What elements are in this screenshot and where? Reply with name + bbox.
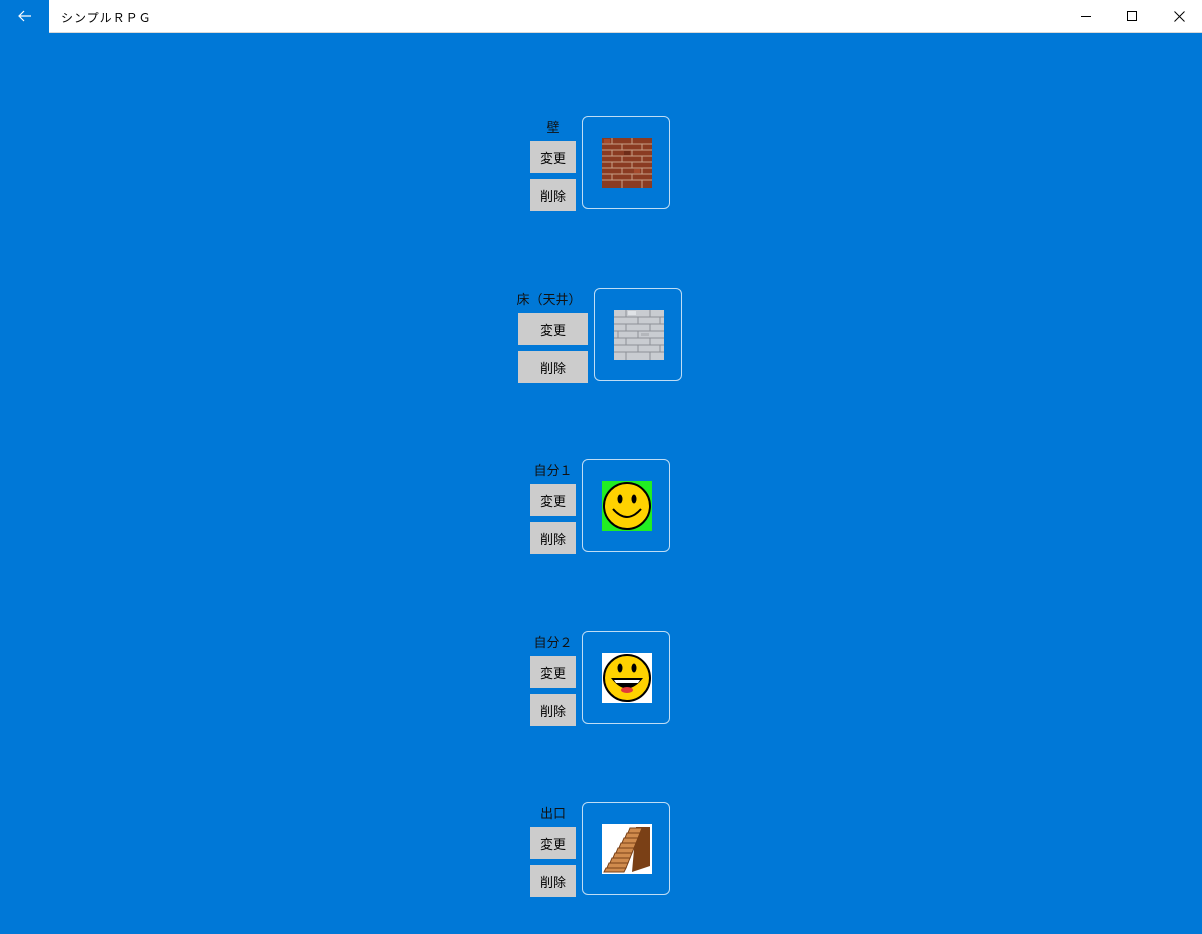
- title-bar: シンプルＲＰＧ: [0, 0, 1202, 33]
- delete-button[interactable]: 削除: [530, 179, 576, 211]
- tile-preview[interactable]: [594, 288, 682, 381]
- arrow-left-icon: [17, 7, 32, 26]
- back-button[interactable]: [0, 0, 49, 33]
- close-icon: [1173, 7, 1185, 26]
- stairs-icon: [602, 824, 652, 874]
- minimize-icon: [1080, 7, 1092, 26]
- app-title: シンプルＲＰＧ: [61, 11, 152, 25]
- change-button[interactable]: 変更: [530, 656, 576, 688]
- laughing-face-icon: [602, 653, 652, 703]
- delete-button[interactable]: 削除: [530, 865, 576, 897]
- change-button[interactable]: 変更: [530, 141, 576, 173]
- maximize-icon: [1126, 7, 1138, 26]
- tile-label: 自分１: [533, 464, 573, 479]
- tile-label: 自分２: [533, 636, 573, 651]
- close-button[interactable]: [1156, 0, 1202, 32]
- tile-label: 床（天井）: [516, 293, 582, 308]
- change-button[interactable]: 変更: [530, 484, 576, 516]
- delete-button[interactable]: 削除: [530, 694, 576, 726]
- tile-label: 出口: [539, 807, 566, 822]
- change-button[interactable]: 変更: [518, 313, 588, 345]
- delete-button[interactable]: 削除: [530, 522, 576, 554]
- tile-preview[interactable]: [582, 459, 670, 552]
- delete-button[interactable]: 削除: [518, 351, 588, 383]
- tile-preview[interactable]: [582, 802, 670, 895]
- tile-label: 壁: [546, 121, 560, 136]
- minimize-button[interactable]: [1063, 0, 1109, 32]
- maximize-button[interactable]: [1109, 0, 1155, 32]
- stone-floor-icon: [614, 310, 664, 360]
- tile-preview[interactable]: [582, 116, 670, 209]
- smiley-face-icon: [602, 481, 652, 531]
- brick-wall-icon: [602, 138, 652, 188]
- tile-preview[interactable]: [582, 631, 670, 724]
- change-button[interactable]: 変更: [530, 827, 576, 859]
